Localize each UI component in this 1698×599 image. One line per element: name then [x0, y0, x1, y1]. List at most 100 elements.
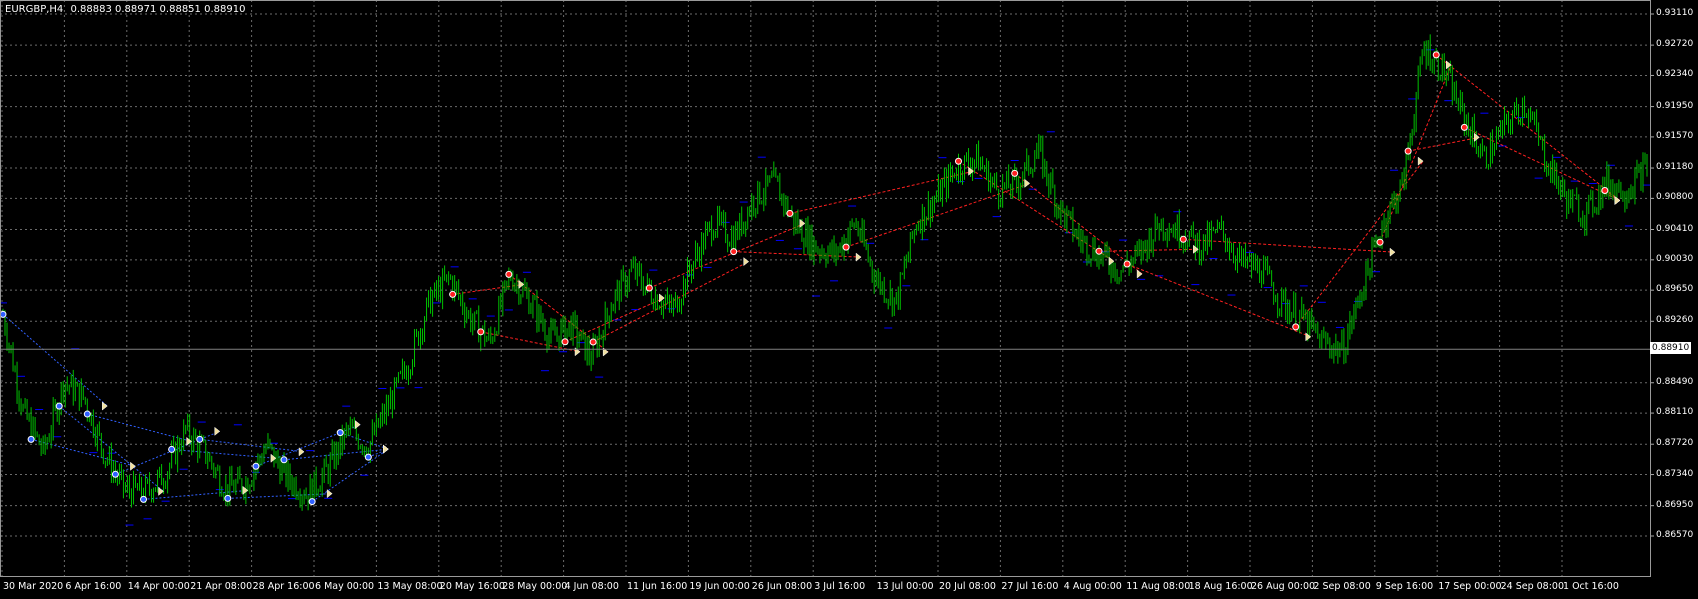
- candlestick-series: [2, 34, 1648, 511]
- buy-marker: [168, 445, 176, 453]
- buy-link: [311, 448, 389, 503]
- ohlc-values: 0.88883 0.88971 0.88851 0.88910: [70, 4, 246, 15]
- buy-marker: [111, 470, 119, 478]
- sell-link: [1183, 238, 1396, 253]
- trade-links: [2, 54, 1621, 503]
- buy-marker: [336, 429, 344, 437]
- close-marker: [1389, 247, 1396, 257]
- x-tick-label: 28 Apr 16:00: [252, 581, 315, 592]
- y-tick-label: 0.92720: [1656, 39, 1694, 50]
- buy-marker: [280, 456, 288, 464]
- sell-marker: [1123, 260, 1131, 268]
- x-tick-label: 28 May 00:00: [502, 581, 568, 592]
- sell-link: [1014, 172, 1143, 275]
- price-chart[interactable]: [0, 0, 1698, 599]
- buy-marker: [196, 435, 204, 443]
- close-marker: [270, 453, 277, 463]
- sell-link: [1408, 136, 1480, 152]
- sell-marker: [477, 328, 485, 336]
- chart-title: EURGBP,H4 0.88883 0.88971 0.88851 0.8891…: [5, 4, 245, 15]
- x-tick-label: 30 Mar 2020: [3, 581, 64, 592]
- y-tick-label: 0.88490: [1656, 376, 1694, 387]
- sell-marker: [1292, 323, 1300, 331]
- sell-link: [958, 160, 1115, 262]
- x-tick-label: 1 Oct 16:00: [1563, 581, 1619, 592]
- sell-marker: [505, 270, 513, 278]
- x-tick-label: 21 Apr 08:00: [190, 581, 253, 592]
- buy-link: [87, 413, 192, 442]
- y-tick-label: 0.87340: [1656, 468, 1694, 479]
- close-marker: [383, 444, 389, 454]
- x-tick-label: 19 Jun 00:00: [689, 581, 750, 592]
- sell-link: [1379, 64, 1452, 243]
- y-tick-label: 0.87720: [1656, 438, 1694, 449]
- sell-marker: [730, 248, 738, 256]
- buy-marker: [83, 410, 91, 418]
- x-tick-label: 6 May 00:00: [315, 581, 375, 592]
- close-marker: [326, 489, 333, 499]
- buy-marker: [224, 494, 232, 502]
- sell-marker: [1376, 238, 1384, 246]
- close-marker: [102, 401, 108, 411]
- x-tick-label: 9 Sep 16:00: [1375, 581, 1434, 592]
- x-tick-label: 11 Aug 08:00: [1126, 581, 1191, 592]
- y-tick-label: 0.91180: [1656, 162, 1694, 173]
- x-tick-label: 20 Jul 08:00: [939, 581, 996, 592]
- x-tick-label: 3 Jul 16:00: [814, 581, 866, 592]
- close-marker: [298, 447, 305, 457]
- x-tick-label: 4 Aug 00:00: [1063, 581, 1122, 592]
- chart-window[interactable]: EURGBP,H4 0.88883 0.88971 0.88851 0.8891…: [0, 0, 1698, 599]
- close-marker: [743, 257, 750, 267]
- close-marker: [1136, 269, 1143, 279]
- y-tick-label: 0.89650: [1656, 284, 1694, 295]
- x-tick-label: 27 Jul 16:00: [1001, 581, 1059, 592]
- x-tick-label: 26 Jun 08:00: [751, 581, 813, 592]
- x-tick-label: 26 Aug 00:00: [1251, 581, 1316, 592]
- trade-markers: [0, 51, 1621, 506]
- buy-marker: [308, 498, 316, 506]
- x-tick-label: 11 Jun 16:00: [627, 581, 688, 592]
- sell-marker: [589, 338, 597, 346]
- x-tick-label: 14 Apr 00:00: [127, 581, 190, 592]
- buy-marker: [364, 453, 372, 461]
- buy-marker: [140, 495, 148, 503]
- close-marker: [158, 486, 164, 496]
- x-tick-label: 13 Jul 00:00: [876, 581, 934, 592]
- sell-marker: [954, 157, 962, 165]
- y-tick-label: 0.86950: [1656, 499, 1694, 510]
- y-tick-label: 0.92340: [1656, 69, 1694, 80]
- close-marker: [354, 420, 361, 430]
- level-dashes: [0, 49, 1651, 526]
- sell-marker: [1179, 235, 1187, 243]
- y-tick-label: 0.93110: [1656, 8, 1694, 18]
- x-tick-label: 2 Sep 08:00: [1313, 581, 1371, 592]
- y-tick-label: 0.86570: [1656, 530, 1694, 540]
- sell-marker: [1601, 187, 1609, 195]
- x-tick-label: 24 Sep 08:00: [1500, 581, 1565, 592]
- y-tick-label: 0.91950: [1656, 100, 1694, 111]
- x-tick-label: 6 Apr 16:00: [65, 581, 122, 592]
- buy-marker: [27, 435, 35, 443]
- sell-marker: [1011, 169, 1019, 177]
- sell-link: [592, 261, 749, 343]
- y-tick-label: 0.89260: [1656, 315, 1694, 326]
- y-tick-label: 0.90410: [1656, 223, 1694, 234]
- sell-link: [649, 222, 806, 289]
- sell-marker: [1404, 147, 1412, 155]
- current-price-tag: 0.88910: [1650, 342, 1692, 355]
- sell-marker: [561, 338, 569, 346]
- sell-link: [1464, 126, 1621, 201]
- buy-marker: [55, 402, 63, 410]
- y-tick-label: 0.90800: [1656, 192, 1694, 203]
- sell-marker: [842, 243, 850, 251]
- sell-marker: [449, 290, 457, 298]
- x-tick-label: 18 Aug 16:00: [1188, 581, 1253, 592]
- sell-marker: [1432, 51, 1440, 59]
- x-tick-label: 20 May 16:00: [439, 581, 505, 592]
- close-marker: [242, 485, 249, 495]
- sell-marker: [1095, 247, 1103, 255]
- x-tick-label: 13 May 08:00: [377, 581, 443, 592]
- close-marker: [214, 426, 221, 436]
- y-tick-label: 0.91570: [1656, 130, 1694, 141]
- close-marker: [1024, 178, 1031, 188]
